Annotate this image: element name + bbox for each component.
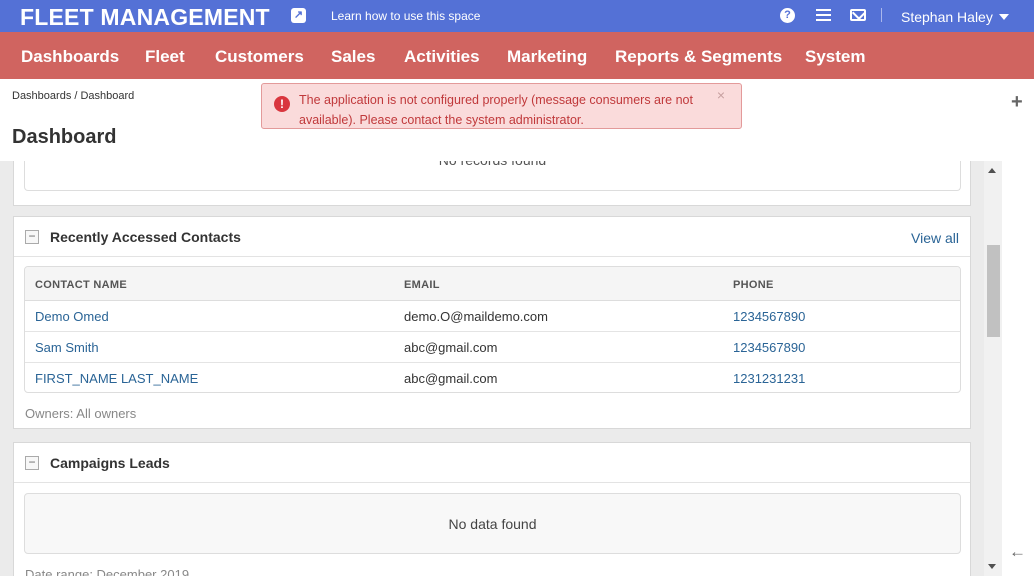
learn-link[interactable]: Learn how to use this space: [331, 9, 480, 23]
table-row[interactable]: FIRST_NAME LAST_NAME abc@gmail.com 12312…: [25, 363, 960, 392]
share-icon[interactable]: ↗: [291, 8, 306, 23]
contact-email: abc@gmail.com: [404, 340, 498, 355]
nav-item-dashboards[interactable]: Dashboards: [21, 47, 119, 67]
breadcrumb[interactable]: Dashboards / Dashboard: [12, 90, 134, 102]
main-nav: Dashboards Fleet Customers Sales Activit…: [0, 32, 1034, 79]
alert-message: The application is not configured proper…: [299, 93, 693, 127]
empty-data-box: No data found: [24, 493, 961, 554]
nav-item-fleet[interactable]: Fleet: [145, 47, 185, 67]
scroll-up-icon[interactable]: [988, 168, 996, 173]
back-arrow-icon[interactable]: ←: [1009, 542, 1026, 562]
right-side-panel: [1002, 79, 1034, 576]
chevron-down-icon: [998, 14, 1009, 20]
user-menu[interactable]: Stephan Haley: [901, 9, 1009, 25]
widget-top-partial: No records found: [13, 152, 971, 206]
nav-item-activities[interactable]: Activities: [404, 47, 480, 67]
nav-item-customers[interactable]: Customers: [215, 47, 304, 67]
column-header-name[interactable]: CONTACT NAME: [35, 279, 127, 291]
table-header: CONTACT NAME EMAIL PHONE: [25, 267, 960, 301]
panel-divider: [14, 256, 970, 257]
error-icon: !: [274, 96, 290, 112]
config-error-alert: ! The application is not configured prop…: [261, 83, 742, 129]
nav-item-sales[interactable]: Sales: [331, 47, 375, 67]
campaigns-leads-widget: − Campaigns Leads No data found Date ran…: [13, 442, 971, 576]
widget-title: Campaigns Leads: [50, 455, 170, 471]
panel-divider: [14, 482, 970, 483]
nav-item-marketing[interactable]: Marketing: [507, 47, 587, 67]
menu-icon[interactable]: [816, 9, 831, 22]
table-row[interactable]: Sam Smith abc@gmail.com 1234567890: [25, 332, 960, 363]
contact-name[interactable]: FIRST_NAME LAST_NAME: [35, 371, 198, 386]
date-range-text: Date range: December 2019: [25, 567, 190, 576]
contact-name[interactable]: Sam Smith: [35, 340, 99, 355]
no-data-text: No data found: [448, 516, 537, 532]
empty-records-box: No records found: [24, 152, 961, 191]
contact-name[interactable]: Demo Omed: [35, 309, 109, 324]
nav-item-reports-segments[interactable]: Reports & Segments: [615, 47, 782, 67]
page-title: Dashboard: [12, 126, 117, 148]
topbar-divider: [881, 8, 882, 22]
contact-phone[interactable]: 1234567890: [733, 309, 805, 324]
column-header-email[interactable]: EMAIL: [404, 279, 440, 291]
scrollbar[interactable]: [984, 161, 1002, 576]
owners-filter-text: Owners: All owners: [25, 406, 137, 421]
close-icon[interactable]: ×: [717, 87, 725, 103]
table-row[interactable]: Demo Omed demo.O@maildemo.com 1234567890: [25, 301, 960, 332]
scroll-down-icon[interactable]: [988, 564, 996, 569]
contacts-table: CONTACT NAME EMAIL PHONE Demo Omed demo.…: [24, 266, 961, 393]
contact-email: demo.O@maildemo.com: [404, 309, 548, 324]
collapse-button[interactable]: −: [25, 230, 39, 244]
mail-icon[interactable]: [850, 9, 866, 21]
view-all-link[interactable]: View all: [911, 230, 959, 246]
contact-phone[interactable]: 1231231231: [733, 371, 805, 386]
contact-phone[interactable]: 1234567890: [733, 340, 805, 355]
scrollbar-thumb[interactable]: [987, 245, 1000, 337]
widget-title: Recently Accessed Contacts: [50, 229, 241, 245]
column-header-phone[interactable]: PHONE: [733, 279, 774, 291]
help-icon[interactable]: ?: [780, 8, 795, 23]
top-bar: FLEET MANAGEMENT ↗ Learn how to use this…: [0, 0, 1034, 32]
user-name: Stephan Haley: [901, 9, 993, 25]
nav-item-system[interactable]: System: [805, 47, 865, 67]
recent-contacts-widget: − Recently Accessed Contacts View all CO…: [13, 216, 971, 429]
plus-icon[interactable]: +: [1011, 92, 1023, 112]
contact-email: abc@gmail.com: [404, 371, 498, 386]
app-brand[interactable]: FLEET MANAGEMENT: [20, 4, 270, 31]
collapse-button[interactable]: −: [25, 456, 39, 470]
